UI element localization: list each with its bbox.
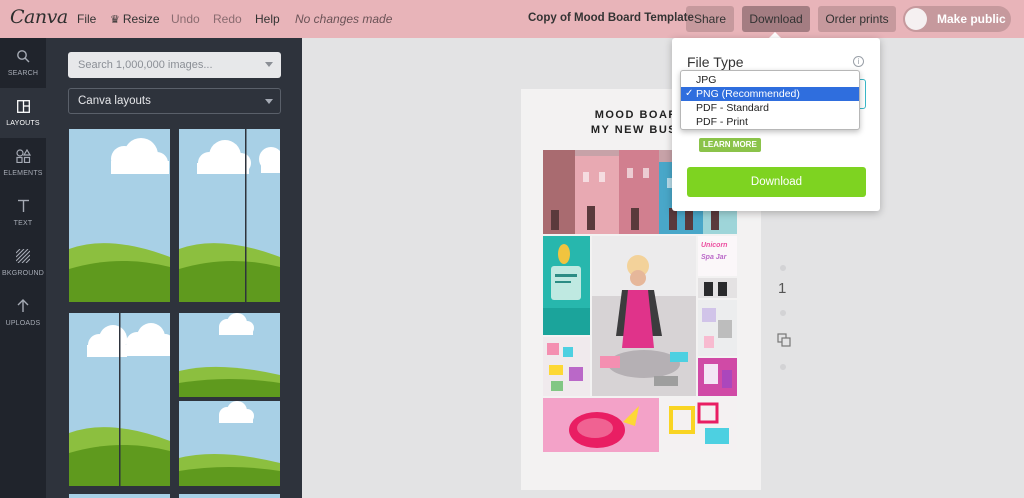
rail-item-background[interactable]: BKGROUND xyxy=(0,238,46,288)
save-status: No changes made xyxy=(295,12,393,26)
download-confirm-button[interactable]: Download xyxy=(687,167,866,197)
text-icon xyxy=(0,198,46,218)
layout-thumbnail[interactable] xyxy=(179,129,280,302)
toggle-knob xyxy=(905,8,927,30)
photo-unicorn-spa-jar[interactable]: Unicorn Spa Jar xyxy=(698,236,737,276)
help-menu[interactable]: Help xyxy=(255,12,280,26)
photo-workspace[interactable] xyxy=(698,300,737,356)
rail-item-search[interactable]: SEARCH xyxy=(0,38,46,88)
layouts-category-select[interactable]: Canva layouts xyxy=(68,88,281,114)
checkmark-icon: ✓ xyxy=(685,88,694,99)
rail-item-uploads[interactable]: UPLOADS xyxy=(0,288,46,338)
file-type-label: File Type xyxy=(687,54,744,70)
share-button[interactable]: Share xyxy=(686,6,734,32)
layout-thumbnail[interactable] xyxy=(69,313,170,486)
layouts-icon xyxy=(0,98,46,118)
photo-pink-pineapple[interactable] xyxy=(543,398,659,452)
photo-pineapple-card[interactable] xyxy=(543,236,590,335)
page-up-icon[interactable] xyxy=(780,265,786,271)
duplicate-page-icon[interactable] xyxy=(777,333,791,347)
order-prints-button[interactable]: Order prints xyxy=(818,6,896,32)
file-type-option-jpg[interactable]: JPG xyxy=(681,73,859,87)
undo-button[interactable]: Undo xyxy=(171,12,200,26)
page-number: 1 xyxy=(778,280,787,297)
photo-colorful-tiles[interactable] xyxy=(543,337,590,396)
rail-item-layouts[interactable]: LAYOUTS xyxy=(0,88,46,138)
layout-thumbnail[interactable] xyxy=(69,494,170,498)
learn-more-button[interactable]: LEARN MORE xyxy=(699,138,761,152)
crown-icon: ♛ xyxy=(110,14,120,26)
chevron-down-icon[interactable] xyxy=(265,62,273,67)
rail-item-text[interactable]: TEXT xyxy=(0,188,46,238)
file-type-options: JPG ✓ PNG (Recommended) PDF - Standard PD… xyxy=(680,70,860,130)
photo-yellow-frames[interactable] xyxy=(661,398,737,452)
layout-thumbnail[interactable] xyxy=(179,313,280,486)
file-type-option-pdf-print[interactable]: PDF - Print xyxy=(681,115,859,129)
image-search-input[interactable]: Search 1,000,000 images... xyxy=(68,52,281,78)
document-title[interactable]: Copy of Mood Board Template xyxy=(528,12,694,24)
layout-thumbnail[interactable] xyxy=(69,129,170,302)
rail-item-elements[interactable]: ELEMENTS xyxy=(0,138,46,188)
upload-icon xyxy=(0,298,46,318)
photo-pink-room[interactable] xyxy=(698,358,737,396)
page-down-icon[interactable] xyxy=(780,310,786,316)
info-icon[interactable]: i xyxy=(853,56,864,67)
delete-page-icon[interactable] xyxy=(780,364,786,370)
file-type-option-png[interactable]: ✓ PNG (Recommended) xyxy=(681,87,859,101)
file-menu[interactable]: File xyxy=(77,12,96,26)
resize-menu[interactable]: ♛ Resize xyxy=(110,12,160,26)
canva-logo[interactable]: Canva xyxy=(10,6,68,28)
redo-button[interactable]: Redo xyxy=(213,12,242,26)
make-public-label: Make public xyxy=(937,12,1006,26)
left-rail: SEARCH LAYOUTS ELEMENTS TEXT BKGROUND UP… xyxy=(0,38,46,498)
background-icon xyxy=(0,248,46,268)
photo-boots[interactable] xyxy=(698,278,737,298)
chevron-down-icon xyxy=(265,99,273,104)
elements-icon xyxy=(0,148,46,168)
download-button[interactable]: Download xyxy=(742,6,810,32)
photo-woman-sitting[interactable] xyxy=(592,236,696,396)
layouts-panel: Search 1,000,000 images... Canva layouts xyxy=(46,38,302,498)
make-public-toggle[interactable]: Make public xyxy=(903,6,1011,32)
layout-thumbnail[interactable] xyxy=(179,494,280,498)
search-icon xyxy=(0,48,46,68)
file-type-option-pdf-standard[interactable]: PDF - Standard xyxy=(681,101,859,115)
top-bar: Canva File ♛ Resize Undo Redo Help No cha… xyxy=(0,0,1024,38)
